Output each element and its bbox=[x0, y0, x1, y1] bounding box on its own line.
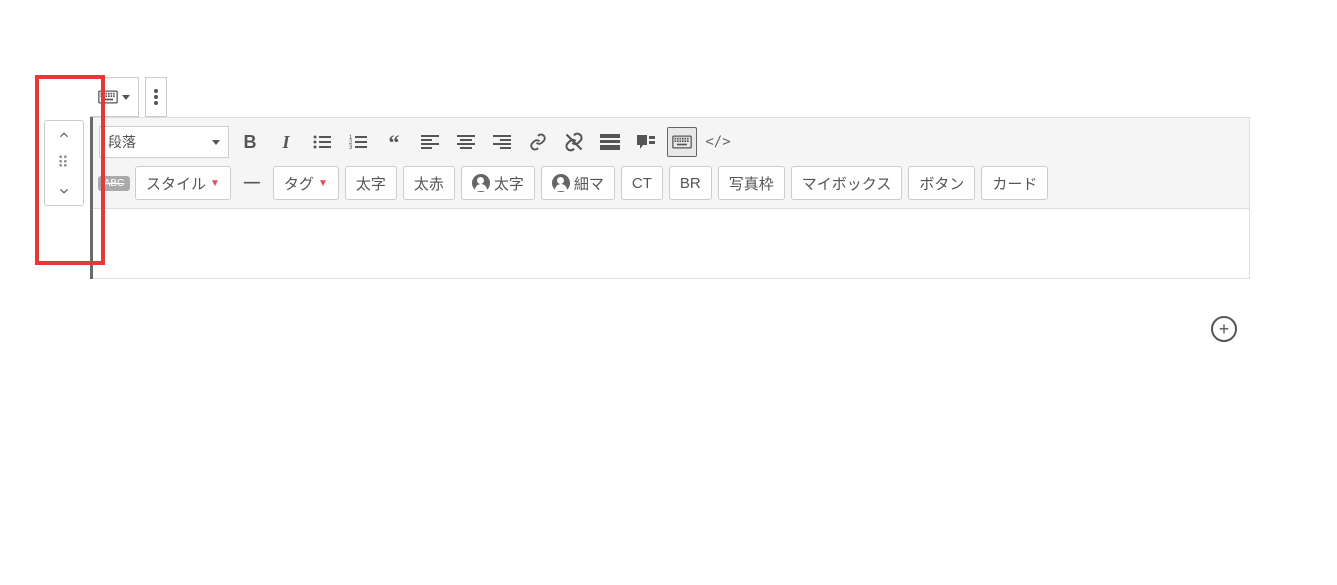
user-thin-button[interactable]: 細マ bbox=[541, 166, 615, 200]
keyboard-mode-button[interactable] bbox=[90, 77, 139, 117]
card-button[interactable]: カード bbox=[981, 166, 1048, 200]
bold-text-button[interactable]: 太字 bbox=[345, 166, 397, 200]
bold-button[interactable]: B bbox=[235, 127, 265, 157]
user-icon bbox=[472, 174, 490, 192]
keyboard-icon bbox=[98, 89, 118, 105]
horizontal-rule-button[interactable]: — bbox=[237, 168, 267, 198]
numbered-list-button[interactable]: 123 bbox=[343, 127, 373, 157]
caret-down-icon: ▼ bbox=[210, 178, 220, 189]
move-up-button[interactable] bbox=[45, 121, 83, 149]
style-dropdown[interactable]: スタイル ▼ bbox=[135, 166, 231, 200]
editor-content-area[interactable] bbox=[93, 209, 1250, 279]
more-options-button[interactable] bbox=[145, 77, 167, 117]
align-right-button[interactable] bbox=[487, 127, 517, 157]
keyboard-toggle-button[interactable] bbox=[667, 127, 697, 157]
format-select[interactable]: 段落 bbox=[99, 126, 229, 158]
mybox-button[interactable]: マイボックス bbox=[791, 166, 903, 200]
block-toolbar bbox=[90, 77, 167, 117]
user-bold-button[interactable]: 太字 bbox=[461, 166, 535, 200]
more-vertical-icon bbox=[154, 89, 158, 105]
bullet-list-button[interactable] bbox=[307, 127, 337, 157]
br-button[interactable]: BR bbox=[669, 166, 712, 200]
blockquote-button[interactable]: “ bbox=[379, 127, 409, 157]
toolbar-row-2: ABC スタイル ▼ — タグ ▼ 太字 太赤 太字 bbox=[99, 162, 1243, 204]
button-insert-button[interactable]: ボタン bbox=[908, 166, 975, 200]
move-down-button[interactable] bbox=[45, 177, 83, 205]
italic-button[interactable]: I bbox=[271, 127, 301, 157]
editor-block: 段落 B I 123 “ bbox=[90, 117, 1250, 279]
user-icon bbox=[552, 174, 570, 192]
unlink-button[interactable] bbox=[559, 127, 589, 157]
code-icon: </> bbox=[705, 134, 730, 150]
speech-button[interactable] bbox=[631, 127, 661, 157]
photo-frame-button[interactable]: 写真枠 bbox=[718, 166, 785, 200]
caret-down-icon bbox=[212, 140, 220, 145]
bold-red-button[interactable]: 太赤 bbox=[403, 166, 455, 200]
caret-down-icon bbox=[122, 95, 130, 100]
link-button[interactable] bbox=[523, 127, 553, 157]
strikethrough-button[interactable]: ABC bbox=[99, 168, 129, 198]
block-mover: ⠿ bbox=[44, 120, 84, 206]
svg-text:3: 3 bbox=[349, 145, 353, 150]
format-select-value: 段落 bbox=[108, 132, 136, 152]
tag-dropdown[interactable]: タグ ▼ bbox=[273, 166, 339, 200]
caret-down-icon: ▼ bbox=[318, 178, 328, 189]
insert-table-button[interactable] bbox=[595, 127, 625, 157]
plus-icon: + bbox=[1219, 320, 1230, 338]
align-left-button[interactable] bbox=[415, 127, 445, 157]
add-block-button[interactable]: + bbox=[1211, 316, 1237, 342]
editor-toolbar: 段落 B I 123 “ bbox=[93, 117, 1250, 209]
source-code-button[interactable]: </> bbox=[703, 127, 733, 157]
toolbar-row-1: 段落 B I 123 “ bbox=[99, 122, 1243, 162]
ct-button[interactable]: CT bbox=[621, 166, 663, 200]
drag-handle-icon[interactable]: ⠿ bbox=[45, 149, 83, 177]
align-center-button[interactable] bbox=[451, 127, 481, 157]
